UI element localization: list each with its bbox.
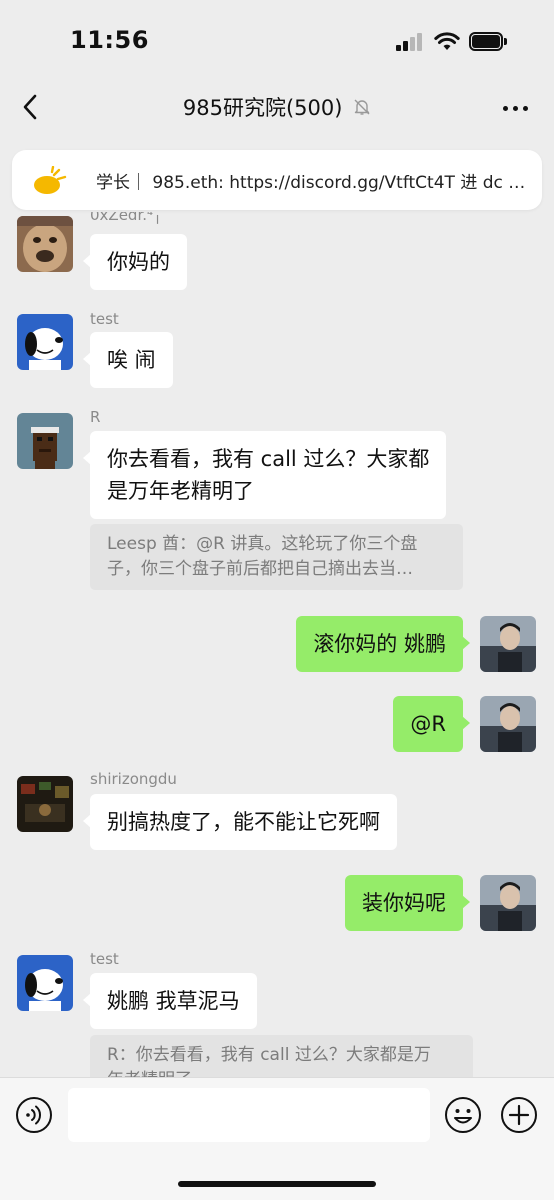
megaphone-icon <box>34 166 67 194</box>
voice-icon[interactable] <box>15 1096 53 1134</box>
my-avatar[interactable] <box>480 696 536 752</box>
chat-title: 985研究院(500) <box>182 96 343 120</box>
my-avatar[interactable] <box>480 875 536 931</box>
message-bubble[interactable]: 你去看看，我有 call 过么？大家都 是万年老精明了 <box>82 431 447 519</box>
quoted-message[interactable]: Leesp 酋：@R 讲真。这轮玩了你三个盘 子，你三个盘子前后都把自己摘出去当… <box>90 524 463 590</box>
cellular-signal-icon <box>396 33 424 51</box>
quote-line: 子，你三个盘子前后都把自己摘出去当… <box>107 559 413 579</box>
message-bubble[interactable]: 姚鹏 我草泥马 <box>83 973 257 1029</box>
battery-icon <box>469 32 507 51</box>
ellipsis-icon[interactable] <box>500 94 532 120</box>
sender-name: 0xZedr.⁴╷ <box>90 212 163 224</box>
quoted-message[interactable]: R：你去看看，我有 call 过么？大家都是万 年老精明了 <box>90 1035 473 1077</box>
snoopy-avatar[interactable] <box>17 314 73 370</box>
quote-line: R：你去看看，我有 call 过么？大家都是万 <box>107 1045 431 1065</box>
my-message-bubble[interactable]: @R <box>393 696 470 752</box>
message-bubble[interactable]: 别搞热度了，能不能让它死啊 <box>83 794 397 850</box>
snoopy-avatar[interactable] <box>17 955 73 1011</box>
quote-line: Leesp 酋：@R 讲真。这轮玩了你三个盘 <box>107 534 418 554</box>
pinned-text: 学长｜ 985.eth: https://discord.gg/VtftCt4T… <box>96 173 536 193</box>
message-bubble[interactable]: 唉 闹 <box>83 332 173 388</box>
home-indicator <box>178 1181 376 1187</box>
dog-avatar[interactable] <box>17 216 73 272</box>
message-bubble[interactable]: 你妈的 <box>83 234 187 290</box>
bell-slash-icon <box>354 99 370 115</box>
wifi-icon <box>434 32 460 50</box>
chat-title-wrap: 985研究院(500) <box>0 92 554 122</box>
message-line: 是万年老精明了 <box>107 479 254 503</box>
sender-name: test <box>90 950 119 968</box>
sender-name: shirizongdu <box>90 770 177 788</box>
pinned-announcement[interactable]: 学长｜ 985.eth: https://discord.gg/VtftCt4T… <box>12 150 542 210</box>
plus-circle-icon[interactable] <box>500 1096 538 1134</box>
quote-line: 年老精明了 <box>107 1068 456 1077</box>
message-input[interactable] <box>68 1088 430 1142</box>
sender-name: test <box>90 310 119 328</box>
smiley-icon[interactable] <box>444 1096 482 1134</box>
chat-header: 985研究院(500) <box>0 80 554 136</box>
my-avatar[interactable] <box>480 616 536 672</box>
message-line: 你去看看，我有 call 过么？大家都 <box>107 447 430 471</box>
sender-name: R <box>90 408 101 426</box>
status-time: 11:56 <box>70 26 149 54</box>
input-bar <box>0 1077 554 1200</box>
my-message-bubble[interactable]: 滚你妈的 姚鹏 <box>296 616 470 672</box>
message-list[interactable]: 0xZedr.⁴╷ 你妈的 test 唉 闹 R 你去看看，我有 call 过么… <box>0 212 554 1077</box>
pixel-punk-avatar[interactable] <box>17 413 73 469</box>
my-message-bubble[interactable]: 装你妈呢 <box>345 875 470 931</box>
dark-scene-avatar[interactable] <box>17 776 73 832</box>
status-bar: 11:56 <box>0 0 554 80</box>
